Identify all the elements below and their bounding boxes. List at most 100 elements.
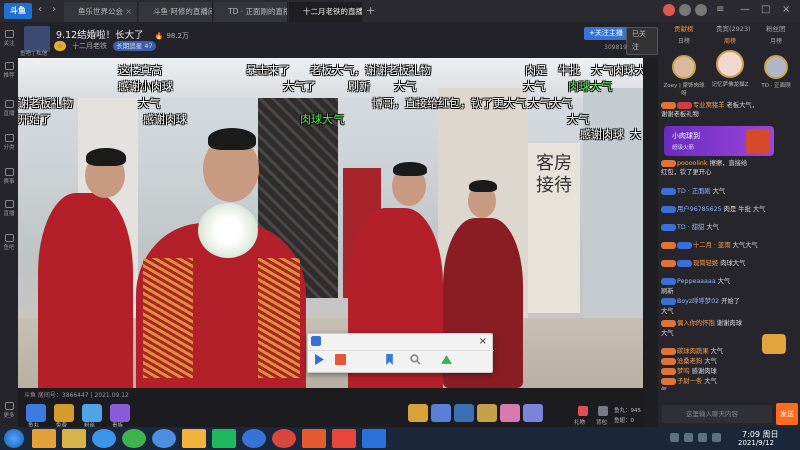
treasure-chest-icon[interactable] bbox=[762, 334, 786, 354]
tray-keyboard-icon[interactable] bbox=[670, 433, 679, 442]
gift-car-icon[interactable] bbox=[454, 404, 474, 422]
app-control-panel-icon[interactable] bbox=[32, 429, 56, 448]
app-browser-icon[interactable] bbox=[92, 429, 116, 448]
new-tab-button[interactable]: + bbox=[366, 4, 375, 17]
follow-button[interactable]: +关注主播 bbox=[584, 27, 628, 40]
app-folder-icon[interactable] bbox=[182, 429, 206, 448]
followed-button[interactable]: 已关注 bbox=[626, 27, 658, 55]
windows-taskbar: 7:09 周日 2021/9/12 bbox=[0, 427, 800, 450]
app-media-icon[interactable] bbox=[362, 429, 386, 448]
danmaku: 大气了 bbox=[283, 80, 316, 93]
sidebar-item-more[interactable]: 更多 bbox=[0, 402, 18, 419]
danmaku: 大气 bbox=[523, 80, 545, 93]
anchor-links[interactable]: 鱼吧 | 私信 bbox=[20, 49, 47, 57]
search-icon[interactable] bbox=[410, 354, 421, 365]
tray-network-icon[interactable] bbox=[684, 433, 693, 442]
fan-badge bbox=[677, 241, 692, 249]
rocket-promo-banner[interactable]: 小肉球到 超级火箭 bbox=[664, 126, 774, 156]
tab-close-icon[interactable]: × bbox=[200, 2, 207, 22]
app-ie-icon[interactable] bbox=[152, 429, 176, 448]
chat-message: Peppeaaaaa 大气 bbox=[661, 276, 797, 285]
anchor-name[interactable]: 十二月老铁 bbox=[72, 42, 107, 50]
video-person-hair bbox=[393, 162, 427, 176]
tab-fans[interactable]: 粉丝团 bbox=[766, 23, 786, 33]
tab-td[interactable]: TD · 正面刚的直播间× bbox=[214, 2, 288, 22]
backpack-icon[interactable] bbox=[598, 406, 608, 416]
chat-message: 专业窝猪羊 老板大气， bbox=[661, 100, 797, 109]
sidebar-item-category[interactable]: 分类 bbox=[0, 134, 18, 151]
home-icon bbox=[4, 62, 14, 70]
level-badge bbox=[661, 159, 676, 167]
back-button[interactable]: ‹ bbox=[38, 4, 42, 15]
menu-icon[interactable]: ≡ bbox=[716, 4, 724, 15]
heart-icon bbox=[4, 30, 14, 38]
windows-start-icon[interactable] bbox=[4, 429, 24, 448]
tab-guild[interactable]: 鱼乐世界公会 × bbox=[64, 2, 138, 22]
rank-item[interactable]: Zoey | 梁饰肉球呀 bbox=[662, 47, 706, 107]
free-gift-icon[interactable] bbox=[54, 404, 74, 422]
sidebar-item-stream[interactable]: 直播 bbox=[0, 200, 18, 217]
app-douyu-icon[interactable] bbox=[332, 429, 356, 448]
tab-contribution[interactable]: 贡献榜 bbox=[674, 23, 694, 33]
fans-gift-icon[interactable] bbox=[82, 404, 102, 422]
gift-plane-icon[interactable] bbox=[431, 404, 451, 422]
tab-vip[interactable]: 贵宾(2923) bbox=[716, 23, 751, 33]
message-icon[interactable] bbox=[679, 4, 691, 16]
level-badge bbox=[661, 241, 676, 249]
rank-item[interactable]: 记忆萨佛龙猫Z bbox=[708, 42, 752, 102]
tab-close-icon[interactable]: × bbox=[125, 2, 132, 22]
stop-icon[interactable] bbox=[335, 354, 346, 365]
tab-axiu[interactable]: 斗鱼·阿修的直播间 × bbox=[139, 2, 213, 22]
gift-stick-icon[interactable] bbox=[477, 404, 497, 422]
tab-close-icon[interactable]: × bbox=[275, 2, 282, 22]
recorder-app-icon bbox=[311, 336, 321, 346]
gift-rocket-icon[interactable] bbox=[408, 404, 428, 422]
taskbar-date[interactable]: 2021/9/12 bbox=[738, 439, 774, 447]
sidebar-item-live[interactable]: 直播 bbox=[0, 100, 18, 117]
gift-card-icon[interactable] bbox=[523, 404, 543, 422]
tab-daily[interactable]: 日榜 bbox=[678, 36, 690, 45]
play-icon[interactable] bbox=[314, 354, 325, 365]
minimize-button[interactable]: — bbox=[740, 4, 750, 15]
tab-close-icon[interactable]: × bbox=[350, 2, 357, 22]
danmaku: 暴击来了 bbox=[246, 64, 290, 77]
app-360-icon[interactable] bbox=[122, 429, 146, 448]
app-tool-icon[interactable] bbox=[302, 429, 326, 448]
gift-box-icon[interactable] bbox=[578, 406, 588, 416]
promo-subtitle: 超级火箭 bbox=[672, 145, 695, 151]
tray-volume-icon[interactable] bbox=[698, 433, 707, 442]
app-player-icon[interactable] bbox=[242, 429, 266, 448]
chat-input[interactable]: 这里输入聊天内容 bbox=[662, 405, 772, 423]
tray-security-icon[interactable] bbox=[712, 433, 721, 442]
noble-gift-icon[interactable] bbox=[110, 404, 130, 422]
popup-divider bbox=[308, 350, 494, 351]
sidebar-item-match[interactable]: 赛事 bbox=[0, 168, 18, 185]
room-title: 9.12结婚啦！长大了 🔥 98.2万 bbox=[56, 30, 190, 41]
popup-close-button[interactable]: × bbox=[479, 336, 487, 347]
avatar bbox=[716, 50, 744, 78]
close-button[interactable]: × bbox=[782, 4, 790, 15]
video-scene-sign: 客房接待 bbox=[528, 143, 580, 313]
fishball-gift-icon[interactable] bbox=[26, 404, 46, 422]
gift-heart-icon[interactable] bbox=[500, 404, 520, 422]
sidebar-item-recommend[interactable]: 推荐 bbox=[0, 62, 18, 79]
tab-monthly[interactable]: 月榜 bbox=[770, 36, 782, 45]
forward-button[interactable]: › bbox=[52, 4, 56, 15]
maximize-button[interactable]: □ bbox=[761, 4, 770, 15]
chat-message: 十二月 · 蓝雨 大气大气 bbox=[661, 240, 797, 249]
level-badge bbox=[661, 319, 676, 327]
rank-item[interactable]: TD · 正面刚 bbox=[754, 47, 798, 107]
app-explorer-icon[interactable] bbox=[62, 429, 86, 448]
tab-current-room[interactable]: 十二月老铁的直播间× bbox=[289, 2, 363, 22]
gift-bar: 斗鱼 房间号：3866447 | 2021.09.12 鱼丸 免费 粉丝 贵族 … bbox=[18, 388, 643, 429]
chat-message: poooolink 擦擦，直接给 bbox=[661, 158, 797, 167]
app-chrome-icon[interactable] bbox=[272, 429, 296, 448]
sidebar-item-fishbar[interactable]: 鱼吧 bbox=[0, 234, 18, 251]
bookmark-icon[interactable] bbox=[384, 354, 395, 365]
app-video-icon[interactable] bbox=[212, 429, 236, 448]
sidebar-item-follow[interactable]: 关注 bbox=[0, 30, 18, 47]
user-avatar-icon[interactable] bbox=[663, 4, 675, 16]
send-button[interactable]: 发送 bbox=[776, 403, 798, 425]
history-icon[interactable] bbox=[695, 4, 707, 16]
share-icon[interactable] bbox=[441, 354, 452, 365]
